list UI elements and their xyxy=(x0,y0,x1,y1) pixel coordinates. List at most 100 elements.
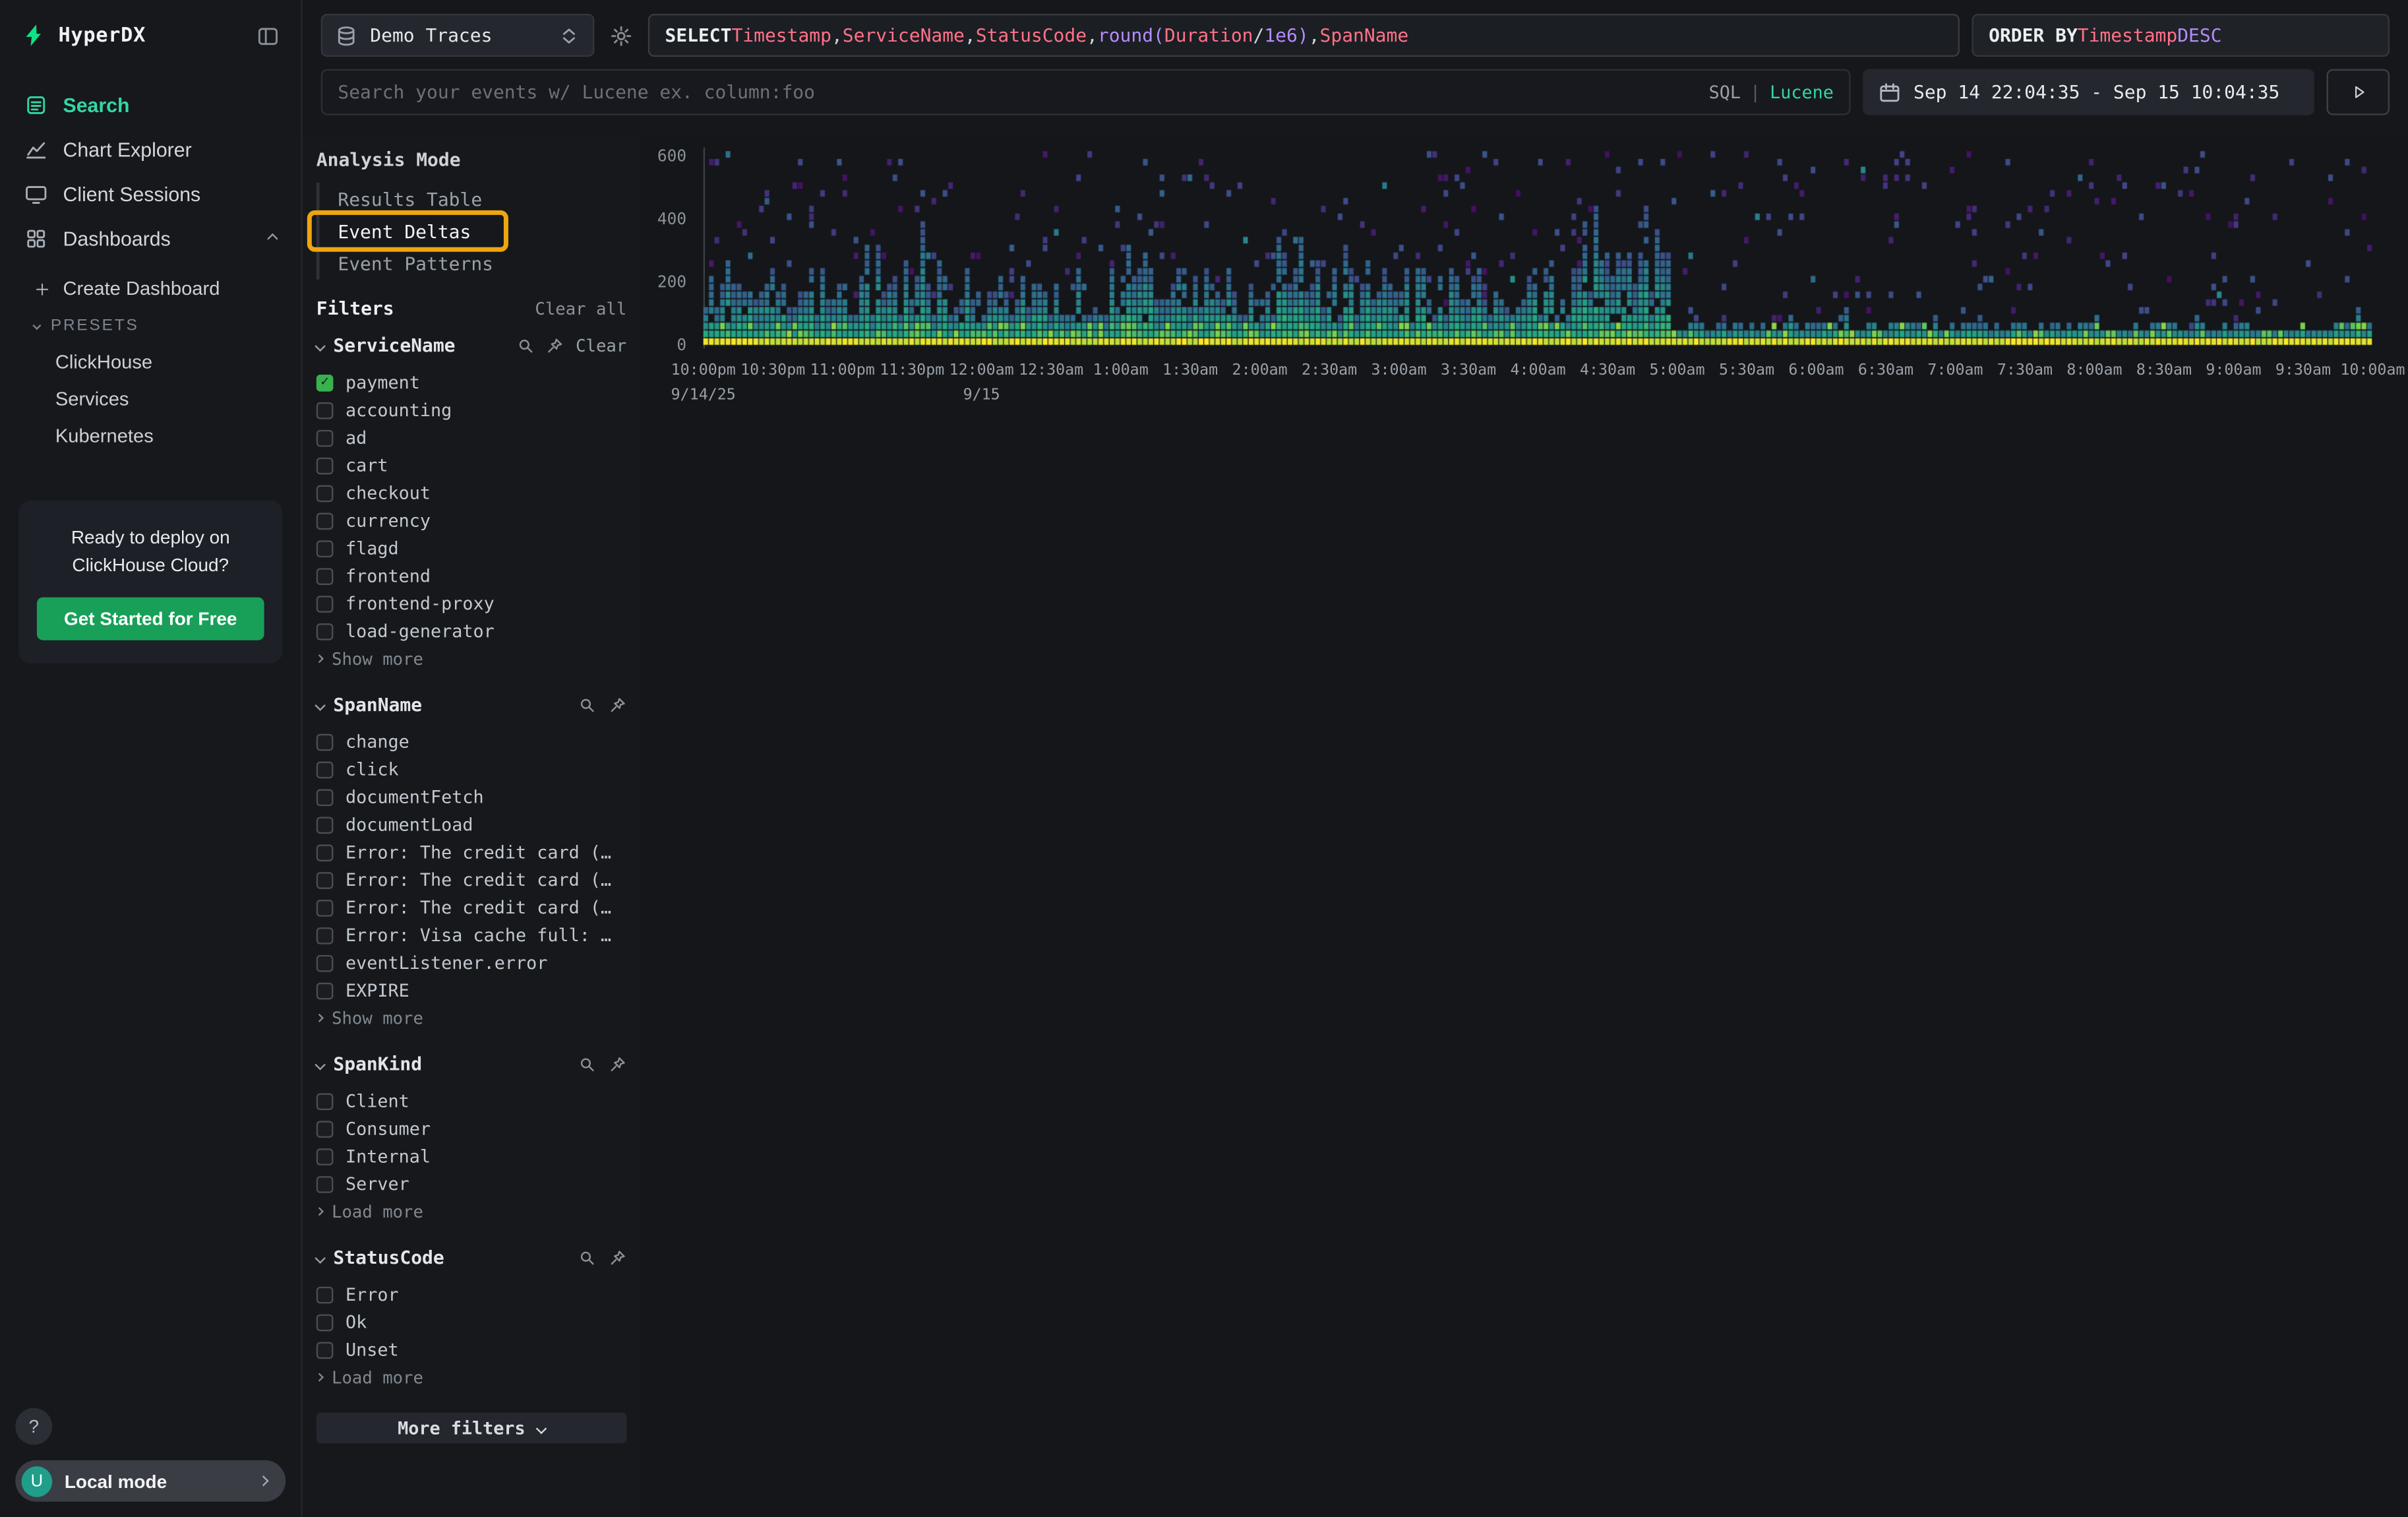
events-heatmap-canvas[interactable] xyxy=(704,150,2373,346)
checkbox[interactable] xyxy=(316,512,334,529)
filter-option-flagd[interactable]: flagd xyxy=(316,534,626,562)
sidebar-item-kubernetes[interactable]: Kubernetes xyxy=(0,418,301,454)
help-button[interactable]: ? xyxy=(15,1408,52,1445)
local-mode-pill[interactable]: U Local mode xyxy=(15,1460,286,1502)
checkbox[interactable] xyxy=(316,871,334,888)
filter-option-checkout[interactable]: checkout xyxy=(316,479,626,507)
checkbox[interactable] xyxy=(316,1092,334,1109)
checkbox[interactable] xyxy=(316,595,334,612)
filter-option-load-generator[interactable]: load-generator xyxy=(316,617,626,645)
clear-all-button[interactable]: Clear all xyxy=(535,299,626,319)
time-range-picker[interactable]: Sep 14 22:04:35 - Sep 15 10:04:35 xyxy=(1863,69,2314,115)
checkbox[interactable] xyxy=(316,1175,334,1192)
search-input[interactable] xyxy=(338,81,1708,103)
filter-option-documentfetch[interactable]: documentFetch xyxy=(316,783,626,811)
filter-option-error-visa-cache-full[interactable]: Error: Visa cache full: … xyxy=(316,921,626,949)
checkbox[interactable] xyxy=(316,567,334,584)
order-by-input[interactable]: ORDER BY Timestamp DESC xyxy=(1972,14,2390,57)
chevron-down-icon[interactable] xyxy=(315,340,325,351)
filter-option-error-the-credit-card[interactable]: Error: The credit card (… xyxy=(316,894,626,921)
filter-option-ok[interactable]: Ok xyxy=(316,1308,626,1336)
presets-toggle[interactable]: PRESETS xyxy=(0,307,301,344)
checkbox[interactable] xyxy=(316,954,334,972)
run-query-button[interactable] xyxy=(2327,69,2390,115)
filter-option-internal[interactable]: Internal xyxy=(316,1142,626,1170)
filter-option-frontend-proxy[interactable]: frontend-proxy xyxy=(316,590,626,617)
load-more-button[interactable]: Load more xyxy=(316,1198,626,1225)
filter-option-consumer[interactable]: Consumer xyxy=(316,1115,626,1142)
sidebar-item-dashboards[interactable]: Dashboards xyxy=(0,216,301,261)
checkbox[interactable] xyxy=(316,484,334,501)
filter-option-currency[interactable]: currency xyxy=(316,507,626,534)
checkbox[interactable] xyxy=(316,1314,334,1331)
language-sql-option[interactable]: SQL xyxy=(1709,81,1741,103)
pin-icon[interactable] xyxy=(546,336,565,355)
filter-option-error[interactable]: Error xyxy=(316,1281,626,1309)
user-avatar[interactable]: U xyxy=(22,1466,53,1497)
sql-select-input[interactable]: SELECT Timestamp, ServiceName, StatusCod… xyxy=(648,14,1960,57)
sidebar-item-chart-explorer[interactable]: Chart Explorer xyxy=(0,127,301,172)
gear-icon[interactable] xyxy=(610,24,633,47)
checkbox[interactable] xyxy=(316,760,334,778)
checkbox[interactable] xyxy=(316,899,334,916)
chevron-down-icon[interactable] xyxy=(315,1252,325,1262)
checkbox[interactable] xyxy=(316,1120,334,1137)
sidebar-collapse-icon[interactable] xyxy=(256,24,280,47)
pin-icon[interactable] xyxy=(607,695,626,714)
filter-option-click[interactable]: click xyxy=(316,755,626,783)
filter-option-unset[interactable]: Unset xyxy=(316,1336,626,1363)
checkbox[interactable] xyxy=(316,623,334,640)
magnifier-icon[interactable] xyxy=(578,1248,597,1267)
clear-filter-button[interactable]: Clear xyxy=(576,336,626,356)
filter-option-client[interactable]: Client xyxy=(316,1087,626,1115)
filter-option-eventlistener-error[interactable]: eventListener.error xyxy=(316,949,626,977)
filter-option-frontend[interactable]: frontend xyxy=(316,562,626,590)
checkbox[interactable] xyxy=(316,1286,334,1303)
filter-option-payment[interactable]: ✓payment xyxy=(316,369,626,396)
more-filters-button[interactable]: More filters xyxy=(316,1413,626,1444)
checkbox[interactable] xyxy=(316,457,334,474)
checkbox[interactable] xyxy=(316,844,334,861)
filter-option-cart[interactable]: cart xyxy=(316,451,626,479)
magnifier-icon[interactable] xyxy=(516,336,535,355)
filter-option-expire[interactable]: EXPIRE xyxy=(316,977,626,1005)
chevron-down-icon[interactable] xyxy=(315,1059,325,1069)
source-select[interactable]: Demo Traces xyxy=(321,14,595,57)
checkbox[interactable] xyxy=(316,429,334,447)
filter-option-error-the-credit-card[interactable]: Error: The credit card (… xyxy=(316,838,626,866)
checkbox[interactable] xyxy=(316,982,334,999)
analysis-mode-event-deltas[interactable]: Event Deltas xyxy=(316,215,626,247)
magnifier-icon[interactable] xyxy=(578,695,597,714)
checkbox[interactable] xyxy=(316,927,334,944)
checkbox[interactable] xyxy=(316,788,334,805)
filter-option-ad[interactable]: ad xyxy=(316,424,626,452)
sidebar-item-services[interactable]: Services xyxy=(0,381,301,418)
checkbox[interactable] xyxy=(316,1341,334,1358)
checkbox-checked[interactable]: ✓ xyxy=(316,374,334,391)
filter-option-accounting[interactable]: accounting xyxy=(316,396,626,424)
pin-icon[interactable] xyxy=(607,1055,626,1074)
checkbox[interactable] xyxy=(316,1148,334,1165)
checkbox[interactable] xyxy=(316,540,334,557)
sidebar-item-clickhouse[interactable]: ClickHouse xyxy=(0,344,301,381)
language-lucene-option[interactable]: Lucene xyxy=(1770,81,1834,103)
filter-option-server[interactable]: Server xyxy=(316,1170,626,1198)
filter-option-error-the-credit-card[interactable]: Error: The credit card (… xyxy=(316,866,626,894)
filter-option-documentload[interactable]: documentLoad xyxy=(316,811,626,838)
show-more-button[interactable]: Show more xyxy=(316,1004,626,1032)
get-started-button[interactable]: Get Started for Free xyxy=(37,598,264,640)
chevron-down-icon[interactable] xyxy=(315,699,325,710)
create-dashboard-button[interactable]: Create Dashboard xyxy=(0,270,301,307)
magnifier-icon[interactable] xyxy=(578,1055,597,1074)
load-more-button[interactable]: Load more xyxy=(316,1363,626,1391)
filter-option-change[interactable]: change xyxy=(316,728,626,755)
sidebar-item-client-sessions[interactable]: Client Sessions xyxy=(0,172,301,217)
pin-icon[interactable] xyxy=(607,1248,626,1267)
analysis-mode-results-table[interactable]: Results Table xyxy=(316,183,626,215)
checkbox[interactable] xyxy=(316,816,334,833)
sidebar-item-search[interactable]: Search xyxy=(0,83,301,128)
checkbox[interactable] xyxy=(316,402,334,419)
show-more-button[interactable]: Show more xyxy=(316,645,626,673)
analysis-mode-event-patterns[interactable]: Event Patterns xyxy=(316,247,626,280)
checkbox[interactable] xyxy=(316,733,334,751)
